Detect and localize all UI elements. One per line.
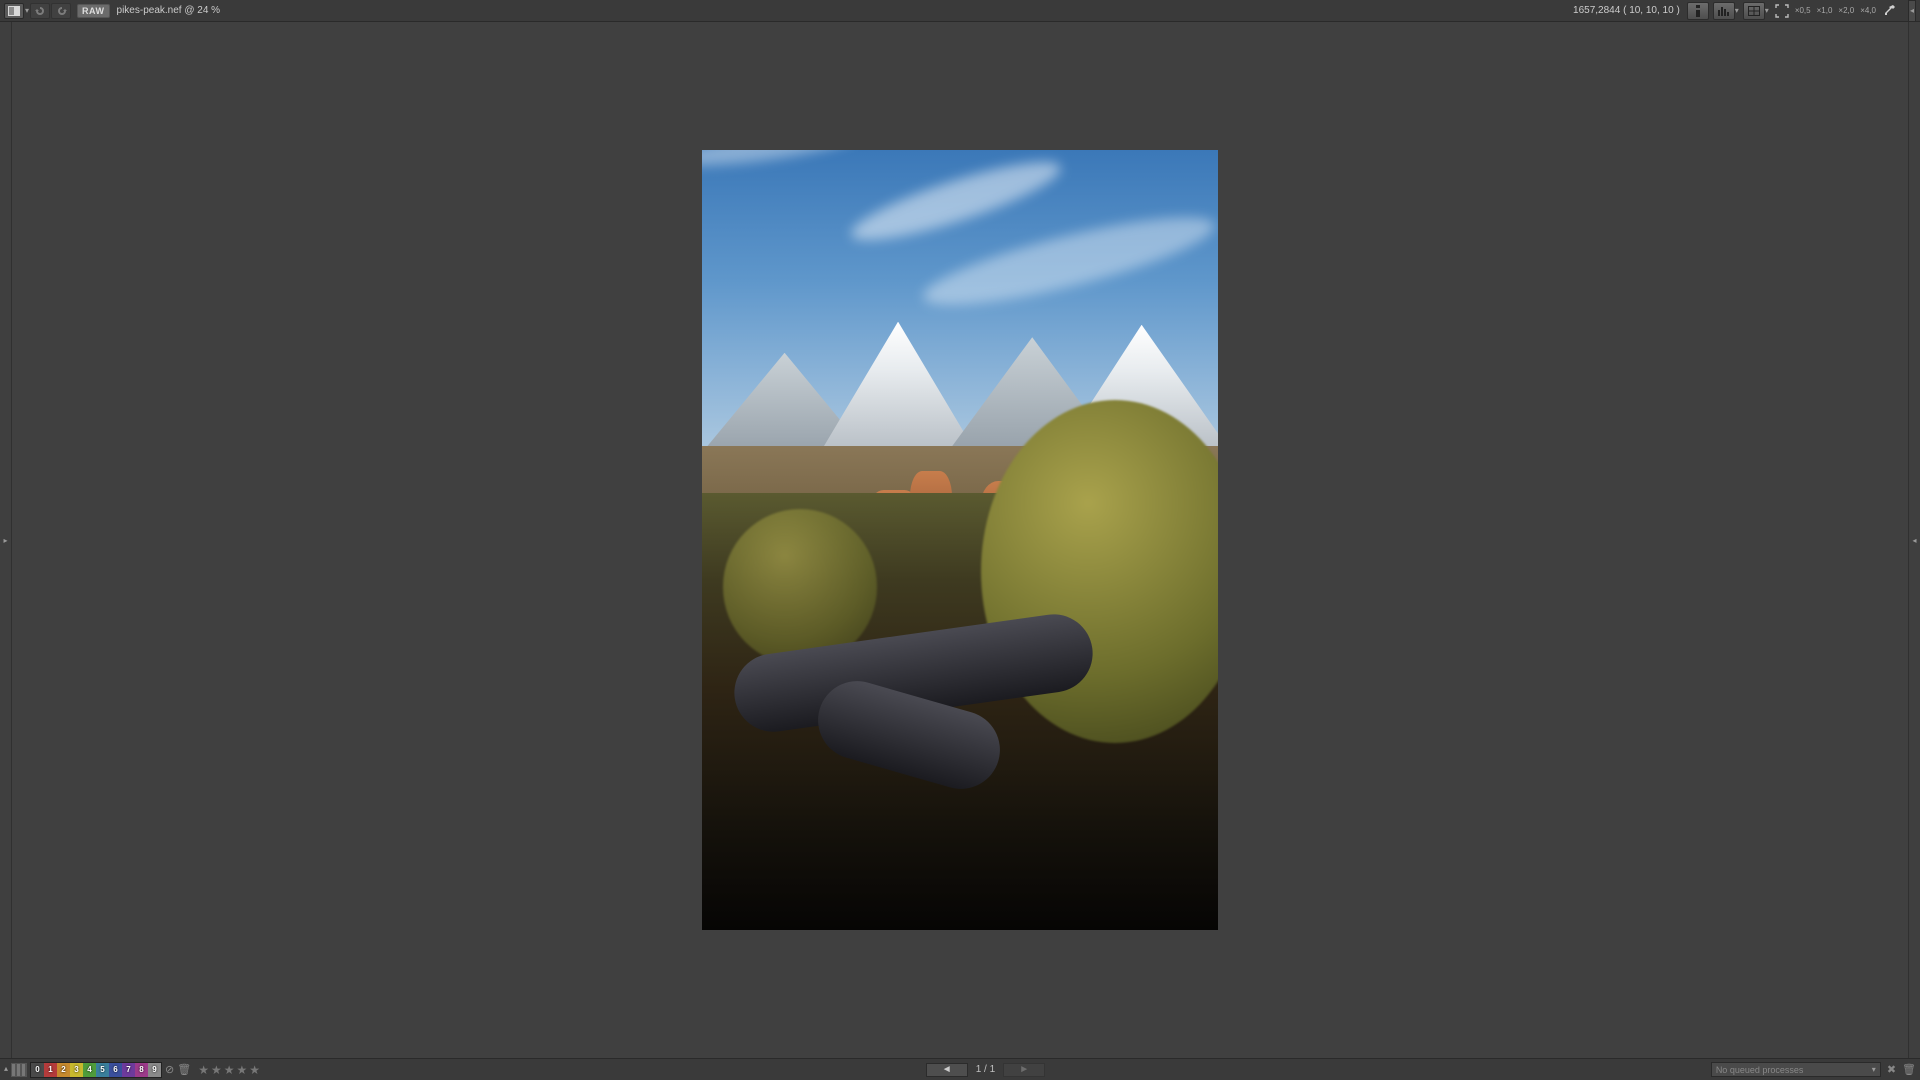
bottom-nav: ◄ 1 / 1 ► bbox=[264, 1063, 1707, 1077]
star-rating: ★ ★ ★ ★ ★ bbox=[198, 1063, 260, 1077]
redo-button[interactable] bbox=[51, 3, 71, 19]
cursor-info: 1657,2844 ( 10, 10, 10 ) bbox=[1573, 5, 1680, 16]
app-root: ▾ RAW pikes-peak.nef @ 24 % 1657,2844 ( … bbox=[0, 0, 1920, 1080]
color-label-7[interactable]: 7 bbox=[122, 1063, 135, 1077]
color-label-8[interactable]: 8 bbox=[135, 1063, 148, 1077]
queue-dropdown-arrow-icon: ▾ bbox=[1872, 1065, 1876, 1074]
filmstrip-toggle[interactable]: ▴ bbox=[4, 1064, 8, 1073]
image-viewport[interactable] bbox=[12, 22, 1908, 1058]
bottom-toolbar: ▴ 0123456789 ⊘ 🗑 ★ ★ ★ ★ ★ ◄ 1 / 1 ► No … bbox=[0, 1058, 1920, 1080]
file-title: pikes-peak.nef @ 24 % bbox=[117, 5, 221, 16]
raw-badge[interactable]: RAW bbox=[77, 4, 110, 18]
right-panel-toggle-edge[interactable]: ◂ bbox=[1908, 22, 1920, 1058]
zoom-200[interactable]: ×2,0 bbox=[1838, 6, 1854, 15]
histogram-dropdown-arrow-icon[interactable]: ▾ bbox=[1735, 6, 1739, 15]
bottom-right-tools: No queued processes ▾ ✖ 🗑 bbox=[1711, 1062, 1916, 1077]
workspace-layout-button[interactable] bbox=[4, 3, 24, 19]
histogram-button[interactable] bbox=[1713, 2, 1735, 20]
filmstrip-icon[interactable] bbox=[11, 1063, 27, 1077]
queue-select-label: No queued processes bbox=[1716, 1065, 1804, 1075]
zoom-50[interactable]: ×0,5 bbox=[1795, 6, 1811, 15]
color-label-4[interactable]: 4 bbox=[83, 1063, 96, 1077]
color-label-3[interactable]: 3 bbox=[70, 1063, 83, 1077]
main-area: ▸ ◂ bbox=[0, 22, 1920, 1058]
image-preview bbox=[702, 150, 1218, 930]
zoom-scale-buttons: ×0,5 ×1,0 ×2,0 ×4,0 bbox=[1795, 6, 1876, 15]
process-queue-select[interactable]: No queued processes ▾ bbox=[1711, 1062, 1881, 1077]
layout-dropdown-arrow-icon[interactable]: ▾ bbox=[25, 6, 29, 15]
color-label-5[interactable]: 5 bbox=[96, 1063, 109, 1077]
undo-button[interactable] bbox=[30, 3, 50, 19]
zoom-100[interactable]: ×1,0 bbox=[1817, 6, 1833, 15]
color-label-9[interactable]: 9 bbox=[148, 1063, 161, 1077]
page-counter: 1 / 1 bbox=[976, 1064, 995, 1075]
zoom-400[interactable]: ×4,0 bbox=[1860, 6, 1876, 15]
star-2[interactable]: ★ bbox=[211, 1063, 222, 1077]
cancel-queue-button[interactable]: ✖ bbox=[1887, 1063, 1896, 1076]
crop-guide-button[interactable] bbox=[1743, 2, 1765, 20]
star-4[interactable]: ★ bbox=[237, 1063, 248, 1077]
star-5[interactable]: ★ bbox=[249, 1063, 260, 1077]
bottom-left-tools: ▴ 0123456789 ⊘ 🗑 ★ ★ ★ ★ ★ bbox=[4, 1062, 260, 1078]
color-label-2[interactable]: 2 bbox=[57, 1063, 70, 1077]
star-1[interactable]: ★ bbox=[198, 1063, 209, 1077]
color-label-swatches: 0123456789 bbox=[30, 1062, 162, 1078]
right-panel-toggle[interactable]: ◂ bbox=[1908, 0, 1916, 22]
color-picker-button[interactable] bbox=[1880, 2, 1898, 20]
next-image-button[interactable]: ► bbox=[1003, 1063, 1045, 1077]
delete-button[interactable]: 🗑 bbox=[1902, 1063, 1916, 1076]
info-panel-button[interactable] bbox=[1687, 2, 1709, 20]
unflag-button[interactable]: ⊘ bbox=[165, 1063, 174, 1076]
crop-dropdown-arrow-icon[interactable]: ▾ bbox=[1765, 6, 1769, 15]
color-label-6[interactable]: 6 bbox=[109, 1063, 122, 1077]
prev-image-button[interactable]: ◄ bbox=[926, 1063, 968, 1077]
color-label-0[interactable]: 0 bbox=[31, 1063, 44, 1077]
top-toolbar: ▾ RAW pikes-peak.nef @ 24 % 1657,2844 ( … bbox=[0, 0, 1920, 22]
trash-flag-button[interactable]: 🗑 bbox=[177, 1063, 191, 1076]
zoom-fit-button[interactable] bbox=[1773, 2, 1791, 20]
left-panel-toggle[interactable]: ▸ bbox=[0, 22, 12, 1058]
color-label-1[interactable]: 1 bbox=[44, 1063, 57, 1077]
star-3[interactable]: ★ bbox=[224, 1063, 235, 1077]
top-right-tools: ▾ ▾ ×0,5 ×1,0 ×2,0 ×4,0 ◂ bbox=[1687, 0, 1916, 22]
